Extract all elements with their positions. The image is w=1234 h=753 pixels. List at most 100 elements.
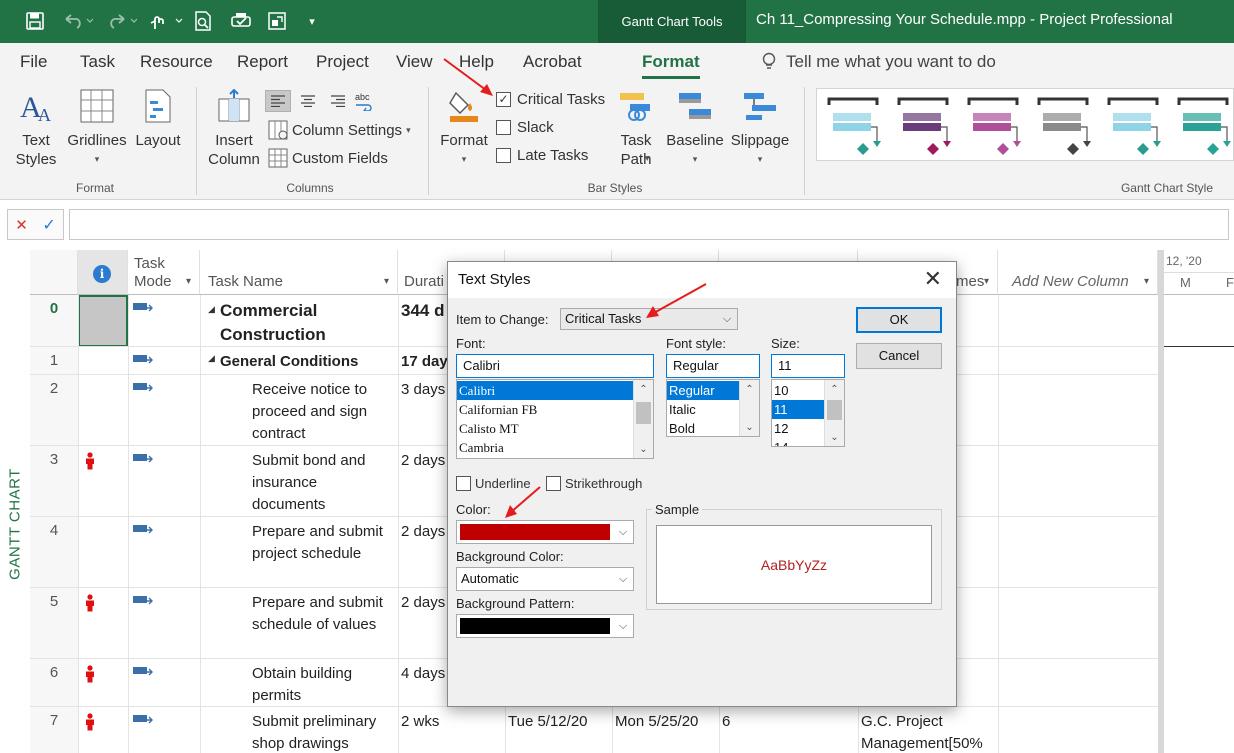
undo-icon[interactable] <box>60 10 96 32</box>
font-style-input[interactable]: Regular <box>666 354 760 378</box>
size-list-item[interactable]: 10 <box>772 381 824 400</box>
gridlines-button[interactable]: Gridlines ▾ <box>66 89 128 169</box>
tell-me-box[interactable]: Tell me what you want to do <box>760 43 996 81</box>
entry-field[interactable] <box>69 209 1229 240</box>
row-number[interactable]: 7 <box>30 712 78 729</box>
accept-entry-icon[interactable]: ✓ <box>42 215 55 235</box>
scroll-up-icon[interactable]: ⌃ <box>825 380 844 398</box>
font-list-item[interactable]: Calibri <box>457 381 633 400</box>
tab-acrobat[interactable]: Acrobat <box>523 43 582 81</box>
ok-button[interactable]: OK <box>856 307 942 333</box>
indicators-header[interactable]: i <box>78 250 128 295</box>
column-settings-button[interactable]: Column Settings ▾ <box>268 119 411 141</box>
text-styles-button[interactable]: AA Text Styles <box>10 89 62 169</box>
background-pattern-select[interactable]: ⌵ <box>456 614 634 638</box>
resource-names-cell[interactable]: G.C. Project Management[50% <box>861 711 997 753</box>
gantt-style-option[interactable] <box>1037 95 1091 157</box>
task-name-cell[interactable]: Obtain building permits <box>252 663 390 707</box>
finish-cell[interactable]: Mon 5/25/20 <box>615 711 717 733</box>
item-to-change-select[interactable]: Critical Tasks ⌵ <box>560 308 738 330</box>
font-list[interactable]: Calibri Californian FB Calisto MT Cambria ⌃… <box>456 379 654 459</box>
font-style-list-item[interactable]: Regular <box>667 381 739 400</box>
align-left-icon[interactable] <box>265 90 291 112</box>
font-input[interactable]: Calibri <box>456 354 654 378</box>
scroll-up-icon[interactable]: ⌃ <box>740 380 759 398</box>
color-select[interactable]: ⌵ <box>456 520 634 544</box>
font-style-list-item[interactable]: Bold <box>667 419 739 436</box>
font-list-scrollbar[interactable]: ⌃ ⌄ <box>633 380 653 458</box>
custom-fields-button[interactable]: Custom Fields <box>268 147 388 169</box>
align-right-icon[interactable] <box>325 90 351 112</box>
align-center-icon[interactable] <box>295 90 321 112</box>
gantt-style-option[interactable] <box>897 95 951 157</box>
insert-column-button[interactable]: Insert Column <box>204 88 264 169</box>
slack-checkbox[interactable]: Slack <box>496 116 554 138</box>
scroll-down-icon[interactable]: ⌄ <box>634 440 653 458</box>
background-color-select[interactable]: Automatic ⌵ <box>456 567 634 591</box>
view-splitter[interactable] <box>1158 250 1164 753</box>
task-name-cell[interactable]: Receive notice to proceed and sign contr… <box>252 379 390 445</box>
task-name-cell[interactable]: General Conditions <box>220 351 402 373</box>
gantt-style-option[interactable] <box>967 95 1021 157</box>
task-name-header[interactable]: Task Name ▾ <box>200 250 398 295</box>
font-style-list-item[interactable]: Italic <box>667 400 739 419</box>
task-path-button[interactable]: Task Path <box>612 89 660 169</box>
scroll-down-icon[interactable]: ⌄ <box>740 418 759 436</box>
row-number[interactable]: 5 <box>30 593 78 610</box>
underline-checkbox[interactable]: Underline <box>456 472 531 494</box>
size-list-scrollbar[interactable]: ⌃ ⌄ <box>824 380 844 446</box>
scroll-thumb[interactable] <box>636 402 651 424</box>
select-all-corner[interactable] <box>30 250 78 295</box>
strikethrough-checkbox[interactable]: Strikethrough <box>546 472 642 494</box>
font-list-item[interactable]: Cambria <box>457 438 633 457</box>
size-list-item[interactable]: 12 <box>772 419 824 438</box>
gantt-style-option[interactable] <box>827 95 881 157</box>
task-name-cell[interactable]: Prepare and submit schedule of values <box>252 592 390 636</box>
font-list-item[interactable]: Calisto MT <box>457 419 633 438</box>
slippage-button[interactable]: Slippage ▾ <box>728 89 792 169</box>
row-number[interactable]: 1 <box>30 352 78 369</box>
critical-tasks-checkbox[interactable]: ✓ Critical Tasks <box>496 88 605 110</box>
gantt-style-option[interactable] <box>1177 95 1231 157</box>
customize-qat-icon[interactable]: ▾ <box>304 10 320 32</box>
table-row[interactable]: 7 Submit preliminary shop drawings 2 wks Tu… <box>0 707 1158 753</box>
cancel-entry-icon[interactable]: ✕ <box>15 216 28 234</box>
font-list-item[interactable]: Californian FB <box>457 400 633 419</box>
add-new-column-dropdown-icon[interactable]: ▾ <box>1144 276 1149 287</box>
size-list-item[interactable]: 14 <box>772 438 824 446</box>
task-name-filter-icon[interactable]: ▾ <box>384 276 389 287</box>
tab-format[interactable]: Format <box>642 43 700 81</box>
scroll-up-icon[interactable]: ⌃ <box>634 380 653 398</box>
add-new-column-header[interactable]: Add New Column ▾ <box>998 250 1158 295</box>
tab-view[interactable]: View <box>396 43 433 81</box>
task-mode-header[interactable]: Task Mode ▾ <box>128 250 200 295</box>
row-number[interactable]: 0 <box>30 300 78 317</box>
late-tasks-checkbox[interactable]: Late Tasks <box>496 144 588 166</box>
active-cell[interactable] <box>78 295 128 347</box>
task-name-cell[interactable]: Prepare and submit project schedule <box>252 521 390 565</box>
scroll-thumb[interactable] <box>827 400 842 420</box>
layout-button[interactable]: Layout <box>133 89 183 150</box>
row-number[interactable]: 6 <box>30 664 78 681</box>
print-preview-icon[interactable] <box>192 10 214 32</box>
tab-report[interactable]: Report <box>237 43 288 81</box>
redo-icon[interactable] <box>104 10 140 32</box>
tab-file[interactable]: File <box>20 43 47 81</box>
duration-cell[interactable]: 2 wks <box>401 711 503 733</box>
wrap-text-icon[interactable]: abc <box>352 89 376 113</box>
collapse-icon[interactable]: ◢ <box>208 304 215 315</box>
size-input[interactable]: 11 <box>771 354 845 378</box>
font-style-scrollbar[interactable]: ⌃ ⌄ <box>739 380 759 436</box>
bar-format-button[interactable]: Format ▾ <box>436 89 492 169</box>
touch-mode-icon[interactable] <box>146 10 184 32</box>
task-name-cell[interactable]: Submit preliminary shop drawings <box>252 711 390 753</box>
row-number[interactable]: 4 <box>30 522 78 539</box>
export-icon[interactable] <box>266 10 288 32</box>
row-number[interactable]: 2 <box>30 380 78 397</box>
task-mode-filter-icon[interactable]: ▾ <box>186 276 191 287</box>
cancel-button[interactable]: Cancel <box>856 343 942 369</box>
font-style-list[interactable]: Regular Italic Bold ⌃ ⌄ <box>666 379 760 437</box>
gantt-style-option[interactable] <box>1107 95 1161 157</box>
predecessors-cell[interactable]: 6 <box>722 711 856 733</box>
size-list[interactable]: 10111214 ⌃ ⌄ <box>771 379 845 447</box>
